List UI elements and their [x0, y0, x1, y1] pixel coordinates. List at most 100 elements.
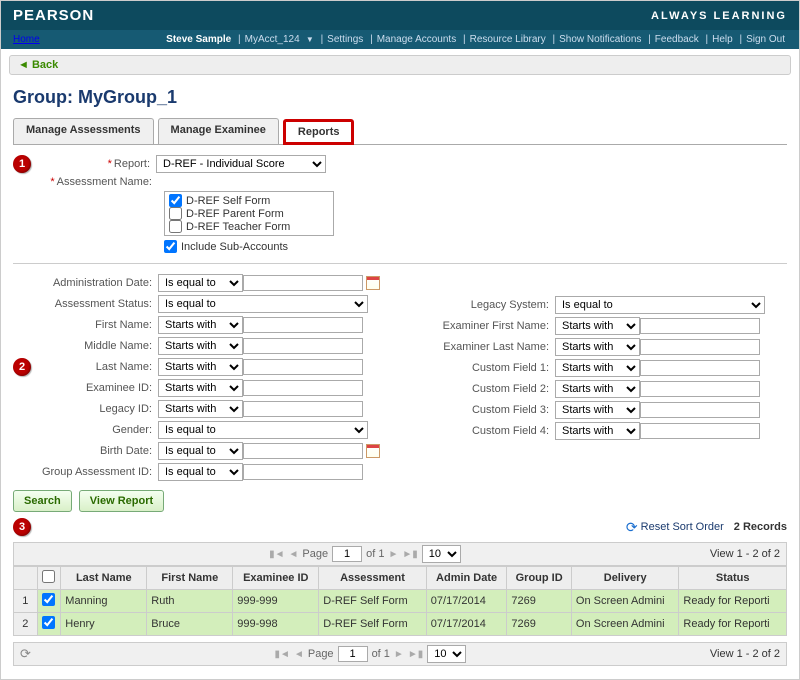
- val-examiner-last[interactable]: [640, 339, 760, 355]
- op-last-name[interactable]: Starts with: [158, 358, 243, 376]
- op-cf2[interactable]: Starts with: [555, 380, 640, 398]
- lbl-examiner-last: Examiner Last Name:: [410, 341, 555, 353]
- val-legacy-id[interactable]: [243, 401, 363, 417]
- col-last[interactable]: Last Name: [61, 567, 147, 590]
- col-admin[interactable]: Admin Date: [426, 567, 507, 590]
- col-exid[interactable]: Examinee ID: [233, 567, 319, 590]
- pager-size-select[interactable]: 10: [427, 645, 466, 663]
- cell-admin: 07/17/2014: [426, 613, 507, 636]
- nav-sign-out[interactable]: Sign Out: [744, 34, 787, 45]
- pager-next-icon[interactable]: ►: [394, 649, 404, 660]
- val-cf3[interactable]: [640, 402, 760, 418]
- pager-size-select[interactable]: 10: [422, 545, 461, 563]
- val-examiner-first[interactable]: [640, 318, 760, 334]
- cell-rownum: 2: [14, 613, 38, 636]
- table-row[interactable]: 2 Henry Bruce 999-998 D-REF Self Form 07…: [14, 613, 787, 636]
- col-group[interactable]: Group ID: [507, 567, 572, 590]
- tab-manage-assessments[interactable]: Manage Assessments: [13, 118, 154, 144]
- nav-show-notifications[interactable]: Show Notifications: [557, 34, 643, 45]
- val-group-assess-id[interactable]: [243, 464, 363, 480]
- cell-admin: 07/17/2014: [426, 590, 507, 613]
- nav-help[interactable]: Help: [710, 34, 735, 45]
- cell-exid: 999-999: [233, 590, 319, 613]
- nav-settings[interactable]: Settings: [325, 34, 365, 45]
- op-admin-date[interactable]: Is equal to: [158, 274, 243, 292]
- tab-reports[interactable]: Reports: [283, 119, 355, 145]
- calendar-icon[interactable]: [366, 276, 380, 290]
- grid-bottom-pager: ⟳ ▮◄ ◄ Page of 1 ► ►▮ 10 View 1 - 2 of 2: [13, 642, 787, 666]
- pager-page-input[interactable]: [338, 646, 368, 662]
- op-cf1[interactable]: Starts with: [555, 359, 640, 377]
- op-examiner-first[interactable]: Starts with: [555, 317, 640, 335]
- val-middle-name[interactable]: [243, 338, 363, 354]
- col-assess[interactable]: Assessment: [319, 567, 427, 590]
- val-cf2[interactable]: [640, 381, 760, 397]
- op-legacy-system[interactable]: Is equal to: [555, 296, 765, 314]
- check-include-sub[interactable]: [164, 240, 177, 253]
- report-select[interactable]: D-REF - Individual Score: [156, 155, 326, 173]
- table-row[interactable]: 1 Manning Ruth 999-999 D-REF Self Form 0…: [14, 590, 787, 613]
- pager-last-icon[interactable]: ►▮: [408, 649, 423, 660]
- cell-group: 7269: [507, 590, 572, 613]
- col-delivery[interactable]: Delivery: [571, 567, 679, 590]
- pager-page-input[interactable]: [332, 546, 362, 562]
- calendar-icon[interactable]: [366, 444, 380, 458]
- col-status[interactable]: Status: [679, 567, 787, 590]
- row-check[interactable]: [42, 616, 55, 629]
- nav-resource-library[interactable]: Resource Library: [468, 34, 548, 45]
- tab-manage-examinee[interactable]: Manage Examinee: [158, 118, 279, 144]
- val-admin-date[interactable]: [243, 275, 363, 291]
- check-self-form[interactable]: [169, 194, 182, 207]
- cell-assess: D-REF Self Form: [319, 590, 427, 613]
- dropdown-icon[interactable]: ▼: [302, 35, 316, 44]
- nav-manage-accounts[interactable]: Manage Accounts: [375, 34, 459, 45]
- val-cf4[interactable]: [640, 423, 760, 439]
- lbl-cf1: Custom Field 1:: [410, 362, 555, 374]
- nav-myacct[interactable]: MyAcct_124: [243, 34, 302, 45]
- pager-first-icon[interactable]: ▮◄: [269, 549, 284, 560]
- op-first-name[interactable]: Starts with: [158, 316, 243, 334]
- op-cf3[interactable]: Starts with: [555, 401, 640, 419]
- op-cf4[interactable]: Starts with: [555, 422, 640, 440]
- back-bar: ◄ Back: [9, 55, 791, 75]
- lbl-last-name: Last Name:: [13, 361, 158, 373]
- val-last-name[interactable]: [243, 359, 363, 375]
- pager-view-range: View 1 - 2 of 2: [710, 648, 780, 660]
- op-gender[interactable]: Is equal to: [158, 421, 368, 439]
- pager-next-icon[interactable]: ►: [388, 549, 398, 560]
- cell-last: Henry: [61, 613, 147, 636]
- pager-prev-icon[interactable]: ◄: [289, 549, 299, 560]
- top-bar: PEARSON ALWAYS LEARNING: [1, 1, 799, 30]
- pager-prev-icon[interactable]: ◄: [294, 649, 304, 660]
- val-cf1[interactable]: [640, 360, 760, 376]
- check-all[interactable]: [42, 570, 55, 583]
- op-examiner-last[interactable]: Starts with: [555, 338, 640, 356]
- search-button[interactable]: Search: [13, 490, 72, 512]
- op-legacy-id[interactable]: Starts with: [158, 400, 243, 418]
- val-examinee-id[interactable]: [243, 380, 363, 396]
- op-assess-status[interactable]: Is equal to: [158, 295, 368, 313]
- nav-feedback[interactable]: Feedback: [653, 34, 701, 45]
- lbl-birth-date: Birth Date:: [13, 445, 158, 457]
- row-check[interactable]: [42, 593, 55, 606]
- pager-first-icon[interactable]: ▮◄: [275, 649, 290, 660]
- val-birth-date[interactable]: [243, 443, 363, 459]
- back-link[interactable]: ◄ Back: [18, 59, 58, 71]
- op-middle-name[interactable]: Starts with: [158, 337, 243, 355]
- op-group-assess-id[interactable]: Is equal to: [158, 463, 243, 481]
- lbl-legacy-id: Legacy ID:: [13, 403, 158, 415]
- grid-refresh-icon[interactable]: ⟳: [20, 646, 31, 662]
- check-teacher-form[interactable]: [169, 220, 182, 233]
- op-examinee-id[interactable]: Starts with: [158, 379, 243, 397]
- val-first-name[interactable]: [243, 317, 363, 333]
- op-birth-date[interactable]: Is equal to: [158, 442, 243, 460]
- pager-view-range: View 1 - 2 of 2: [710, 548, 780, 560]
- pager-last-icon[interactable]: ►▮: [402, 549, 417, 560]
- view-report-button[interactable]: View Report: [79, 490, 164, 512]
- nav-home[interactable]: Home: [13, 34, 40, 45]
- lbl-cf3: Custom Field 3:: [410, 404, 555, 416]
- reset-sort-link[interactable]: ⟳Reset Sort Order: [626, 519, 724, 536]
- col-first[interactable]: First Name: [147, 567, 233, 590]
- check-parent-form[interactable]: [169, 207, 182, 220]
- label-self-form: D-REF Self Form: [186, 195, 270, 207]
